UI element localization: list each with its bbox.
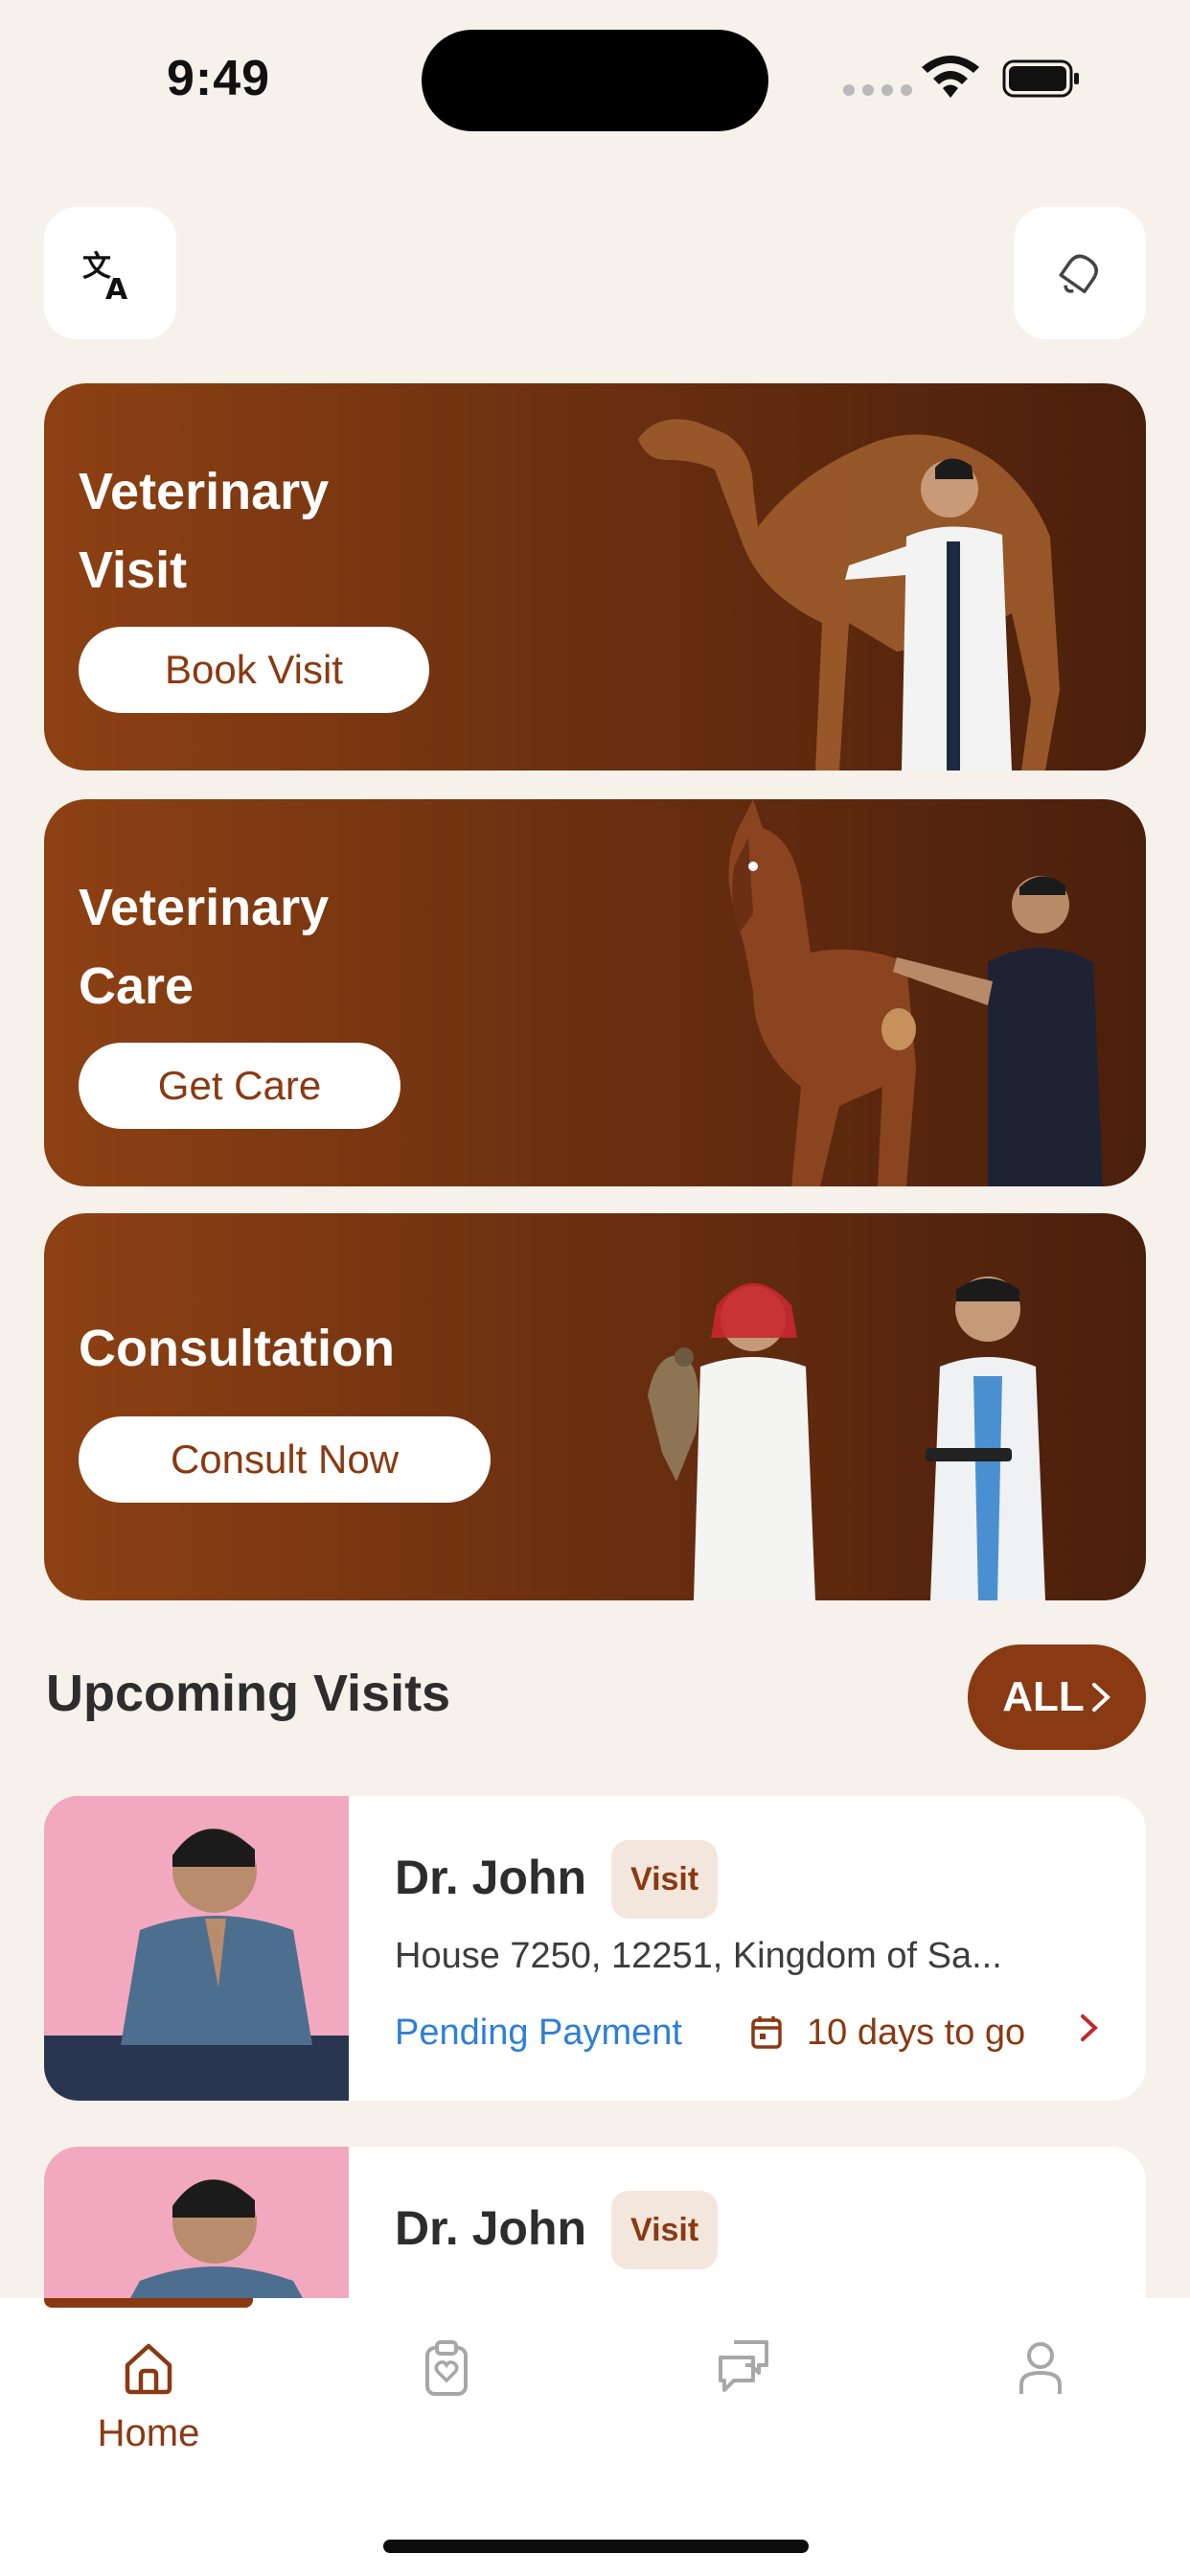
clipboard-heart-icon (425, 2340, 468, 2396)
service-title: Consultation (79, 1320, 395, 1377)
visit-type-badge: Visit (611, 1840, 719, 1919)
visit-type-badge: Visit (611, 2191, 719, 2269)
camel-vet-illustration (638, 419, 1060, 770)
service-card-consultation[interactable]: Consultation Consult Now (44, 1213, 1146, 1600)
battery-icon (1002, 59, 1079, 98)
calendar-icon (751, 2016, 782, 2049)
doctor-name: Dr. John (395, 1851, 587, 1904)
all-label: ALL (1002, 1673, 1085, 1720)
service-card-care[interactable]: Veterinary Care Get Care (44, 799, 1146, 1186)
signal-icon (843, 84, 912, 96)
visit-card[interactable]: Dr. John Visit (44, 2147, 1146, 2298)
consult-now-button[interactable]: Consult Now (79, 1416, 491, 1503)
notifications-button[interactable] (1014, 207, 1146, 339)
book-visit-button[interactable]: Book Visit (79, 627, 429, 713)
tab-health-records[interactable] (370, 2336, 523, 2403)
visit-card[interactable]: Dr. John Visit House 7250, 12251, Kingdo… (44, 1796, 1146, 2101)
profile-icon (1019, 2342, 1062, 2394)
tab-label: Home (97, 2412, 200, 2454)
doctor-avatar-illustration (44, 2147, 349, 2298)
tab-profile[interactable] (964, 2336, 1117, 2403)
bell-icon (1059, 254, 1098, 294)
doctor-name: Dr. John (395, 2201, 587, 2255)
horse-vet-illustration (728, 799, 1103, 1186)
wifi-icon (922, 56, 979, 98)
doctor-avatar-illustration (44, 1796, 349, 2101)
home-icon (125, 2343, 172, 2395)
language-button[interactable]: 文 A (44, 207, 176, 339)
translate-icon: 文 A (82, 250, 128, 303)
upcoming-visits-title: Upcoming Visits (46, 1665, 451, 1722)
chevron-right-icon (1091, 1683, 1110, 1712)
dynamic-island (422, 30, 768, 131)
status-bar: 9:49 (0, 0, 1190, 163)
payment-status: Pending Payment (395, 2012, 682, 2053)
chat-icon (719, 2340, 768, 2392)
consultation-illustration (648, 1276, 1045, 1600)
all-visits-button[interactable]: ALL (968, 1644, 1146, 1750)
tab-home[interactable]: Home (72, 2336, 225, 2455)
service-title-line2: Care (79, 957, 195, 1015)
tab-chat[interactable] (667, 2336, 820, 2403)
active-tab-indicator (44, 2298, 253, 2308)
service-title-line2: Visit (79, 541, 188, 599)
visit-address: House 7250, 12251, Kingdom of Sa... (395, 1936, 1002, 1976)
chevron-right-icon[interactable] (1079, 2009, 1100, 2047)
doctor-photo (44, 2147, 349, 2298)
doctor-photo (44, 1796, 349, 2101)
days-to-go: 10 days to go (807, 2012, 1026, 2053)
service-card-visit[interactable]: Veterinary Visit Book Visit (44, 383, 1146, 770)
get-care-button[interactable]: Get Care (79, 1043, 400, 1129)
svg-text:A: A (105, 273, 128, 303)
home-indicator (383, 2540, 809, 2553)
service-title: Veterinary (79, 879, 330, 936)
service-title: Veterinary (79, 463, 330, 520)
status-time: 9:49 (167, 51, 271, 106)
